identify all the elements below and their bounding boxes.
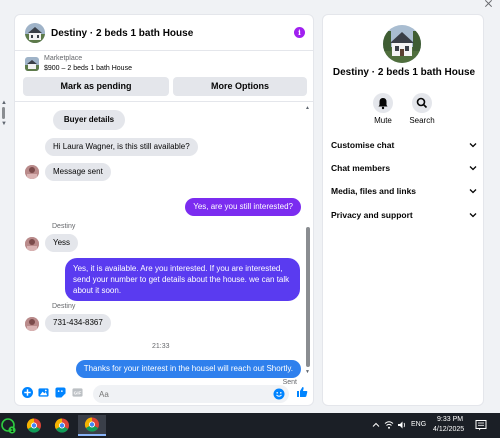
outgoing-message[interactable]: Yes, are you still interested? (185, 198, 301, 216)
clock-time[interactable]: 9:33 PM (437, 416, 463, 423)
chat-app-icon: 1 (1, 418, 16, 434)
message-timestamp: 21:33 (152, 343, 170, 350)
scroll-up-icon[interactable]: ▲ (305, 105, 310, 111)
bell-icon (378, 98, 388, 110)
section-media-files-links[interactable]: Media, files and links (331, 183, 477, 199)
taskbar-chat-app[interactable]: 1 (0, 415, 18, 436)
sender-name: Destiny (52, 303, 76, 310)
taskbar-browser-3-active[interactable] (78, 415, 106, 436)
gif-icon[interactable]: GIF (72, 387, 83, 398)
notification-icon[interactable] (475, 419, 487, 431)
outgoing-message[interactable]: Yes, it is available. Are you interested… (65, 258, 300, 301)
chat-panel: Destiny · 2 beds 1 bath House i Marketpl… (14, 14, 314, 406)
section-label: Customise chat (331, 140, 395, 150)
scroll-up-icon[interactable]: ▲ (1, 100, 7, 106)
section-privacy-support[interactable]: Privacy and support (331, 207, 477, 223)
taskbar-browser-1[interactable] (22, 415, 46, 436)
sender-name: Destiny (52, 223, 76, 230)
buyer-details-button[interactable]: Buyer details (53, 110, 125, 130)
chrome-icon (84, 417, 99, 432)
incoming-message[interactable]: Message sent (45, 163, 111, 181)
chat-title[interactable]: Destiny · 2 beds 1 bath House (51, 28, 193, 39)
wifi-icon[interactable] (384, 420, 394, 430)
incoming-message[interactable]: Hi Laura Wagner, is this still available… (45, 138, 198, 156)
more-options-button[interactable]: More Options (173, 77, 307, 96)
scroll-down-icon[interactable]: ▼ (305, 369, 310, 375)
outgoing-message[interactable]: Thanks for your interest in the housel w… (75, 360, 301, 378)
incoming-message[interactable]: Yess (45, 234, 79, 252)
section-chat-members[interactable]: Chat members (331, 160, 477, 176)
plus-icon[interactable] (22, 387, 33, 398)
mark-as-pending-button[interactable]: Mark as pending (23, 77, 169, 96)
avatar[interactable] (25, 165, 39, 179)
incoming-message[interactable]: 731-434-8367 (45, 314, 111, 332)
listing-profile-image[interactable] (383, 25, 421, 63)
section-label: Media, files and links (331, 186, 417, 196)
message-input[interactable] (93, 385, 263, 403)
info-icon[interactable]: i (294, 27, 305, 38)
chevron-up-icon[interactable] (372, 421, 380, 429)
search-button[interactable]: Search (407, 93, 437, 125)
clock-date[interactable]: 4/12/2025 (433, 426, 464, 433)
section-label: Chat members (331, 163, 391, 173)
chevron-down-icon (469, 213, 477, 218)
taskbar-browser-2[interactable] (50, 415, 74, 436)
section-customise-chat[interactable]: Customise chat (331, 137, 477, 153)
taskbar-badge: 1 (10, 428, 13, 434)
section-label: Privacy and support (331, 210, 413, 220)
scroll-down-icon[interactable]: ▼ (1, 121, 7, 127)
mute-button[interactable]: Mute (368, 93, 398, 125)
chrome-icon (26, 418, 41, 433)
thumbs-up-icon[interactable] (296, 386, 308, 398)
close-icon[interactable] (484, 0, 494, 8)
chevron-down-icon (469, 189, 477, 194)
window-top-strip (0, 0, 500, 12)
message-thread[interactable]: Buyer details Hi Laura Wagner, is this s… (15, 102, 313, 386)
avatar[interactable] (25, 237, 39, 251)
chevron-down-icon (469, 166, 477, 171)
scroll-thumb[interactable] (306, 227, 310, 367)
emoji-icon[interactable] (273, 388, 285, 400)
chrome-icon (54, 418, 69, 433)
mute-label: Mute (374, 116, 392, 125)
search-label: Search (409, 116, 435, 125)
details-title: Destiny · 2 beds 1 bath House (332, 67, 476, 78)
language-indicator[interactable]: ENG (411, 421, 426, 428)
sticker-icon[interactable] (55, 387, 66, 398)
composer: GIF (15, 381, 313, 405)
page-scrollbar[interactable]: ▲ ▼ (0, 100, 8, 130)
chat-details-panel: Destiny · 2 beds 1 bath House Mute Searc… (322, 14, 484, 406)
search-icon (416, 97, 428, 109)
chat-scrollbar[interactable]: ▲ ▼ (305, 105, 311, 375)
scroll-thumb[interactable] (2, 107, 5, 119)
image-icon[interactable] (38, 387, 49, 398)
svg-text:GIF: GIF (74, 391, 82, 396)
message-input-container (93, 385, 289, 403)
chat-header: Destiny · 2 beds 1 bath House i (15, 15, 313, 51)
marketplace-label: Marketplace (44, 55, 83, 62)
chevron-down-icon (469, 143, 477, 148)
listing-small-thumbnail (25, 57, 39, 71)
avatar[interactable] (25, 317, 39, 331)
windows-taskbar: 1 ENG 9:33 PM 4/12/2025 (0, 413, 500, 438)
marketplace-listing[interactable]: Marketplace $900 – 2 beds 1 bath House (15, 51, 313, 77)
listing-price: $900 – 2 beds 1 bath House (44, 65, 132, 72)
volume-icon[interactable] (397, 420, 407, 430)
listing-thumbnail[interactable] (25, 23, 45, 43)
